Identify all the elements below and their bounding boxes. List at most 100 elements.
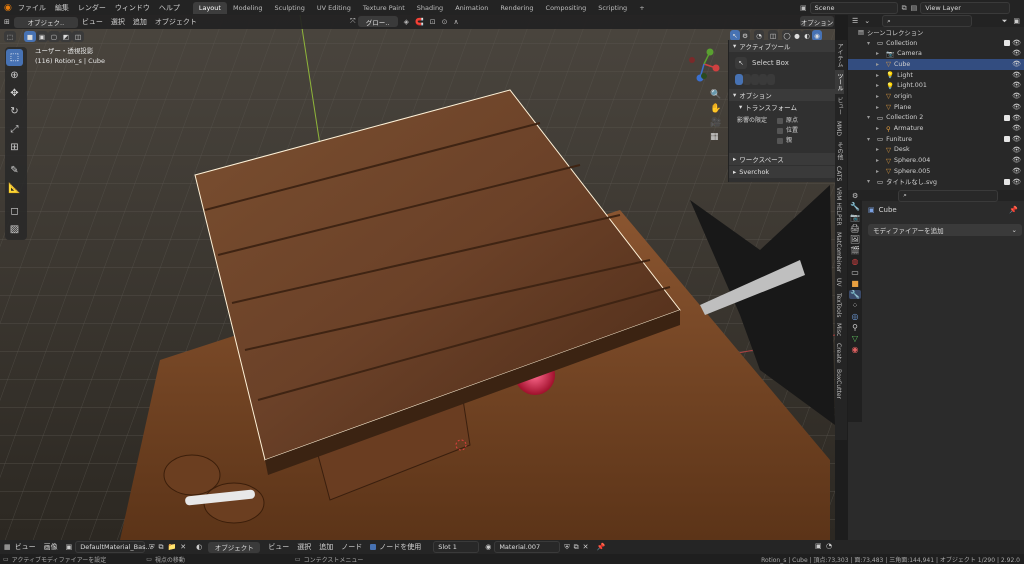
options-header[interactable]: ▾ オプション (729, 89, 835, 101)
unlink-image-icon[interactable]: ✕ (180, 543, 186, 551)
tab-misc[interactable]: Misc (835, 320, 842, 339)
select-box-icon[interactable]: ↖ (735, 57, 747, 69)
image-browse-icon[interactable]: ▣ (66, 543, 73, 551)
menu-edit[interactable]: 編集 (55, 3, 69, 13)
new-collection-icon[interactable]: ▣ (1013, 17, 1020, 25)
eye-icon[interactable]: 👁 (1012, 124, 1021, 132)
chevron-right-icon[interactable]: ▸ (876, 82, 883, 89)
backdrop-icon[interactable]: ▣ (815, 542, 822, 550)
tab-view[interactable]: ビュー (835, 94, 844, 118)
tab-cats[interactable]: CATS (835, 163, 842, 184)
transform-orientation[interactable]: グロー.. (357, 16, 398, 27)
menu-select[interactable]: 選択 (111, 17, 125, 27)
tab-layout[interactable]: Layout (192, 1, 227, 14)
collection-tab-icon[interactable]: ▭ (851, 268, 859, 277)
chevron-down-icon[interactable]: ▾ (867, 114, 874, 121)
tab-shading[interactable]: Shading (411, 2, 449, 14)
eye-icon[interactable]: 👁 (1012, 178, 1021, 186)
material-unlink-icon[interactable]: ✕ (583, 543, 589, 551)
select-invert-icon[interactable]: ◩ (60, 31, 72, 42)
select-new-icon[interactable]: ■ (24, 31, 36, 42)
outliner-row[interactable]: ▾ ▭ Collection 👁 (848, 38, 1024, 49)
eye-icon[interactable]: 👁 (1012, 71, 1021, 79)
pivot-icon[interactable]: ◈ (404, 18, 409, 26)
node-menu-image[interactable]: 画像 (44, 542, 58, 552)
tab-tool[interactable]: ツール (835, 70, 844, 94)
scene-selector[interactable]: Scene (809, 2, 898, 14)
sverchok-header[interactable]: ▸ Sverchok (729, 166, 835, 178)
tab-matcombiner[interactable]: MatCombiner (835, 229, 842, 275)
view-layer-tab-icon[interactable]: 🖼 (850, 235, 860, 244)
menu-view[interactable]: ビュー (82, 17, 103, 27)
workspace-header[interactable]: ▸ ワークスペース (729, 153, 835, 165)
material-tab-icon[interactable]: ◉ (852, 345, 859, 354)
menu-object[interactable]: オブジェクト (155, 17, 197, 27)
menu-window[interactable]: ウィンドウ (115, 3, 150, 13)
chevron-down-icon[interactable]: ▾ (867, 178, 874, 185)
particles-tab-icon[interactable]: ⁘ (852, 301, 859, 310)
tab-vrm-helper[interactable]: VRM HELPER (835, 184, 842, 229)
transform-subheader[interactable]: ▾ トランスフォーム (729, 101, 835, 113)
mode-intersect-icon[interactable] (767, 74, 775, 85)
tab-create[interactable]: Create (835, 340, 842, 366)
chevron-down-icon[interactable]: ▾ (867, 136, 874, 143)
tab-textools[interactable]: TexTools (835, 290, 842, 321)
chevron-down-icon[interactable]: ▾ (867, 40, 874, 47)
locations-checkbox[interactable] (777, 128, 783, 134)
eye-icon[interactable]: 👁 (1012, 103, 1021, 111)
options-dropdown[interactable]: オプション (800, 16, 834, 27)
select-extend-icon[interactable]: ▣ (36, 31, 48, 42)
tab-mmd[interactable]: MMD (835, 118, 842, 139)
chevron-right-icon[interactable]: ▸ (876, 61, 883, 68)
parents-checkbox[interactable] (777, 138, 783, 144)
eye-icon[interactable]: 👁 (1012, 49, 1021, 57)
material-duplicate-icon[interactable]: ⧉ (574, 543, 579, 552)
properties-editor-icon[interactable]: ⚙ (852, 192, 858, 200)
tab-misc-jp[interactable]: その他 (835, 139, 844, 163)
cursor-tool-icon[interactable]: ⊕ (6, 67, 23, 84)
tab-rendering[interactable]: Rendering (494, 2, 539, 14)
use-nodes-checkbox[interactable] (370, 544, 377, 550)
collection-include-checkbox[interactable] (1004, 135, 1010, 142)
move-tool-icon[interactable]: ✥ (6, 85, 23, 102)
menu-file[interactable]: ファイル (18, 3, 46, 13)
pan-icon[interactable]: ✋ (710, 102, 721, 116)
tool-tab-icon[interactable]: 🔧 (850, 202, 860, 211)
annotate-tool-icon[interactable]: ✎ (6, 162, 23, 179)
tab-scripting[interactable]: Scripting (592, 2, 633, 14)
output-tab-icon[interactable]: 🖨 (850, 224, 860, 233)
add-workspace-button[interactable]: + (633, 2, 650, 14)
origins-checkbox[interactable] (777, 118, 783, 124)
chevron-right-icon[interactable]: ▸ (876, 93, 883, 100)
select-subtract-icon[interactable]: ▢ (48, 31, 60, 42)
node-editor-type-icon[interactable]: ▦ (4, 543, 11, 551)
chevron-right-icon[interactable]: ▸ (876, 146, 883, 153)
eye-icon[interactable]: 👁 (1012, 81, 1021, 89)
rotate-tool-icon[interactable]: ↻ (6, 103, 23, 120)
fake-user-icon[interactable]: ⛨ (149, 543, 154, 552)
tab-item[interactable]: アイテム (835, 40, 844, 70)
eye-icon[interactable]: 👁 (1012, 114, 1021, 122)
falloff-icon[interactable]: ∧ (453, 18, 458, 26)
chevron-right-icon[interactable]: ▸ (876, 50, 883, 57)
slot-selector[interactable]: Slot 1 (433, 541, 480, 553)
pin-icon[interactable]: 📌 (1009, 206, 1018, 214)
scale-tool-icon[interactable]: ⤢ (6, 121, 23, 138)
transform-tool-icon[interactable]: ⊞ (6, 139, 23, 156)
eye-icon[interactable]: 👁 (1012, 167, 1021, 175)
eye-icon[interactable]: 👁 (1012, 39, 1021, 47)
mode-selector[interactable]: オブジェク.. (13, 16, 78, 28)
menu-add[interactable]: 追加 (133, 17, 147, 27)
chevron-right-icon[interactable]: ▸ (876, 72, 883, 79)
measure-tool-icon[interactable]: 📐 (6, 180, 23, 197)
tab-boxcutter[interactable]: BoxCutter (835, 366, 842, 402)
tab-uv-editing[interactable]: UV Editing (311, 2, 357, 14)
render-tab-icon[interactable]: 📷 (850, 213, 860, 222)
eye-icon[interactable]: 👁 (1012, 60, 1021, 68)
node-menu-node[interactable]: ノード (341, 542, 362, 552)
material-fake-user-icon[interactable]: ⛨ (564, 543, 569, 552)
mode-difference-icon[interactable] (759, 74, 767, 85)
outliner-row[interactable]: ▸ ▽ Sphere.004 👁 (848, 155, 1024, 166)
active-tool-header[interactable]: ▾ アクティブツール (729, 40, 835, 52)
outliner-display-icon[interactable]: ⌄ (864, 17, 870, 25)
